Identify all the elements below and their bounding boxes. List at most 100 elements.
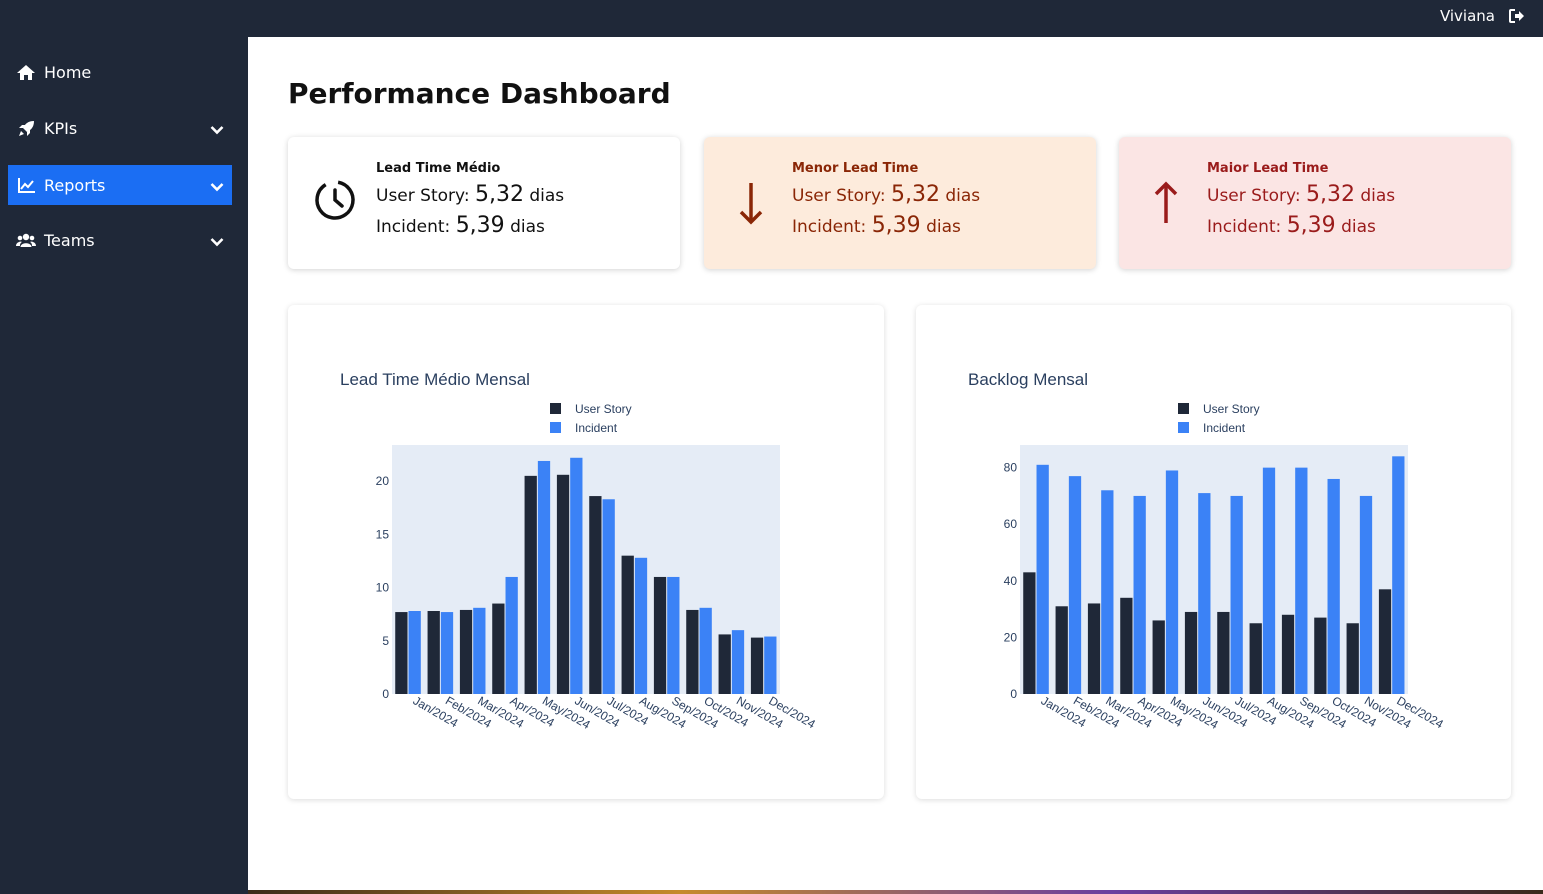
- sidebar: Home KPIs Reports Teams: [0, 37, 248, 894]
- bar-incident[interactable]: [1262, 467, 1276, 694]
- bar-user-story[interactable]: [589, 496, 602, 694]
- y-tick-label: 10: [376, 581, 390, 595]
- bar-user-story[interactable]: [1152, 620, 1165, 694]
- bar-incident[interactable]: [764, 636, 777, 694]
- bar-user-story[interactable]: [718, 634, 731, 694]
- bar-incident[interactable]: [537, 460, 551, 694]
- bar-incident[interactable]: [699, 607, 712, 694]
- chevron-down-icon: [210, 120, 224, 139]
- bar-incident[interactable]: [602, 499, 615, 694]
- bar-user-story[interactable]: [1249, 623, 1262, 694]
- chart-panel-backlog: Backlog Mensal User Story Incident 0 20 40…: [916, 305, 1511, 799]
- bar-incident[interactable]: [1327, 478, 1340, 694]
- card-incident-value: 5,39: [871, 213, 921, 238]
- bar-incident[interactable]: [1068, 476, 1082, 694]
- bar-incident[interactable]: [731, 630, 745, 694]
- card-label: Menor Lead Time: [792, 161, 919, 176]
- sign-out-icon[interactable]: [1509, 9, 1525, 23]
- y-tick-label: 60: [1004, 517, 1018, 531]
- bar-user-story[interactable]: [1184, 611, 1198, 694]
- y-tick-label: 15: [376, 527, 390, 541]
- bar-user-story[interactable]: [1281, 614, 1295, 694]
- bar-user-story[interactable]: [750, 637, 764, 694]
- card-user-story-line: User Story: 5,32 dias: [376, 182, 564, 207]
- card-user-story-label: User Story:: [792, 186, 886, 206]
- bar-incident[interactable]: [1165, 470, 1179, 694]
- bar-incident[interactable]: [1198, 493, 1211, 694]
- y-tick-label: 20: [376, 474, 390, 488]
- bar-user-story[interactable]: [1378, 589, 1392, 694]
- bar-user-story[interactable]: [427, 611, 440, 694]
- card-incident-unit: dias: [510, 217, 545, 237]
- kpi-card-highest: Maior Lead Time User Story: 5,32 dias In…: [1119, 137, 1511, 269]
- card-incident-label: Incident:: [792, 217, 867, 237]
- y-tick-label: 0: [382, 687, 389, 701]
- kpi-card-average: Lead Time Médio User Story: 5,32 dias In…: [288, 137, 680, 269]
- bar-user-story[interactable]: [459, 609, 473, 694]
- card-incident-unit: dias: [926, 217, 961, 237]
- bar-user-story[interactable]: [1217, 611, 1230, 694]
- bar-user-story[interactable]: [686, 609, 699, 694]
- bar-incident[interactable]: [408, 611, 421, 694]
- card-user-story-label: User Story:: [376, 186, 470, 206]
- bar-incident[interactable]: [440, 612, 454, 694]
- bar-user-story[interactable]: [1314, 617, 1327, 694]
- card-label: Lead Time Médio: [376, 161, 501, 176]
- card-incident-value: 5,39: [1286, 213, 1336, 238]
- card-user-story-value: 5,32: [474, 182, 524, 207]
- bar-incident[interactable]: [667, 576, 680, 694]
- bar-incident[interactable]: [1230, 495, 1243, 694]
- arrow-up-icon: [1153, 181, 1179, 229]
- card-user-story-unit: dias: [945, 186, 981, 206]
- bar-user-story[interactable]: [492, 603, 505, 694]
- y-tick-label: 5: [382, 634, 389, 648]
- backlog-chart: 020406080Jan/2024Feb/2024Mar/2024Apr/202…: [1004, 445, 1446, 732]
- users-icon: [16, 231, 36, 249]
- bar-incident[interactable]: [1133, 495, 1146, 694]
- bar-user-story[interactable]: [1023, 572, 1036, 694]
- page-title: Performance Dashboard: [288, 77, 671, 110]
- sidebar-item-reports[interactable]: Reports: [8, 165, 232, 205]
- bar-incident[interactable]: [634, 557, 648, 694]
- bar-user-story[interactable]: [1120, 597, 1133, 694]
- sidebar-item-kpis[interactable]: KPIs: [8, 108, 232, 148]
- bar-incident[interactable]: [1101, 490, 1114, 694]
- card-incident-line: Incident: 5,39 dias: [1207, 213, 1395, 238]
- bar-incident[interactable]: [473, 607, 486, 694]
- bar-user-story[interactable]: [1055, 606, 1068, 694]
- card-incident-label: Incident:: [376, 217, 451, 237]
- bar-incident[interactable]: [505, 576, 518, 694]
- card-user-story-line: User Story: 5,32 dias: [1207, 182, 1395, 207]
- sidebar-item-teams[interactable]: Teams: [8, 220, 232, 260]
- card-user-story-line: User Story: 5,32 dias: [792, 182, 980, 207]
- card-incident-line: Incident: 5,39 dias: [792, 213, 980, 238]
- bar-incident[interactable]: [1392, 456, 1405, 694]
- lead-time-chart: 05101520Jan/2024Feb/2024Mar/2024Apr/2024…: [376, 445, 818, 732]
- card-incident-line: Incident: 5,39 dias: [376, 213, 564, 238]
- bar-user-story[interactable]: [653, 576, 667, 694]
- y-tick-label: 0: [1010, 687, 1017, 701]
- user-name: Viviana: [1439, 7, 1495, 25]
- sidebar-item-label: KPIs: [44, 118, 78, 138]
- sidebar-item-label: Teams: [44, 230, 95, 250]
- chart-line-icon: [16, 176, 36, 194]
- chart-panel-lead-time: Lead Time Médio Mensal User Story Incide…: [288, 305, 884, 799]
- bar-incident[interactable]: [1295, 467, 1308, 694]
- bar-user-story[interactable]: [395, 612, 408, 694]
- bar-incident[interactable]: [1359, 495, 1373, 694]
- user-menu[interactable]: Viviana: [1440, 7, 1525, 25]
- sidebar-item-home[interactable]: Home: [8, 52, 232, 92]
- bar-user-story[interactable]: [524, 475, 537, 694]
- top-bar: Viviana: [0, 0, 1543, 37]
- bar-user-story[interactable]: [556, 474, 570, 694]
- card-label: Maior Lead Time: [1207, 161, 1329, 176]
- kpi-card-lowest: Menor Lead Time User Story: 5,32 dias In…: [704, 137, 1096, 269]
- bar-user-story[interactable]: [621, 555, 634, 694]
- card-incident-value: 5,39: [455, 213, 505, 238]
- bar-incident[interactable]: [1036, 464, 1049, 694]
- card-user-story-unit: dias: [529, 186, 565, 206]
- bar-user-story[interactable]: [1346, 623, 1359, 694]
- card-user-story-label: User Story:: [1207, 186, 1301, 206]
- bar-user-story[interactable]: [1087, 603, 1101, 694]
- bar-incident[interactable]: [570, 457, 583, 694]
